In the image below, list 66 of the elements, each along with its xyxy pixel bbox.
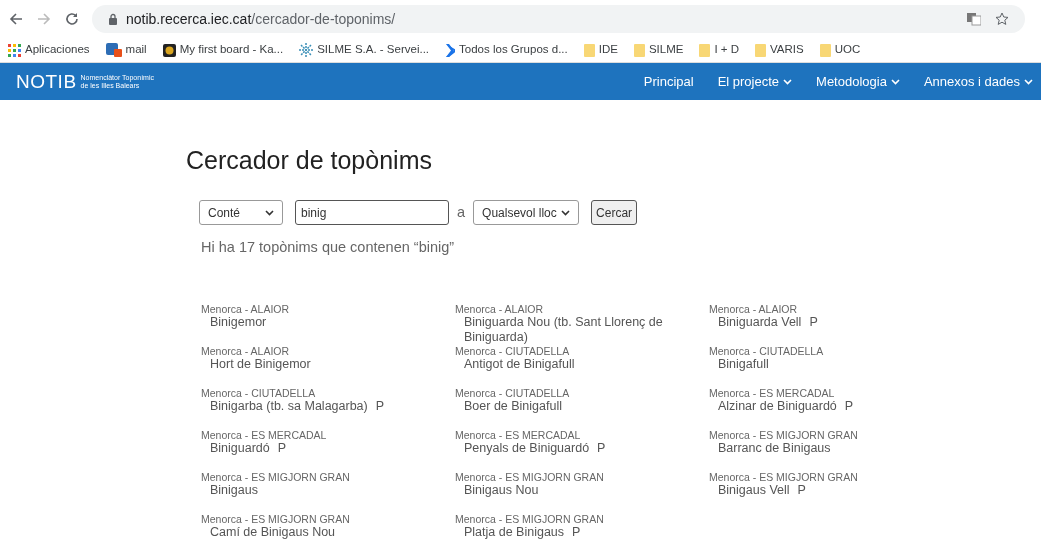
region-label: Menorca - ES MIGJORN GRAN (201, 512, 351, 526)
bookmark-item[interactable]: I + D (699, 41, 739, 59)
region-label: Menorca - ALAIOR (201, 344, 291, 358)
bookmark-item[interactable]: Todos los Grupos d... (445, 41, 568, 59)
reload-icon[interactable] (64, 11, 80, 27)
toponym-link[interactable]: Binigaus (201, 483, 441, 498)
search-button[interactable]: Cercar (591, 200, 638, 225)
region-label: Menorca - ALAIOR (709, 302, 799, 316)
toponym-link[interactable]: Antigot de Binigafull (455, 357, 695, 372)
region-label: Menorca - ALAIOR (455, 302, 545, 316)
region-label: Menorca - ES MERCADAL (709, 386, 836, 400)
back-icon[interactable] (8, 11, 24, 27)
place-dropdown[interactable]: Qualsevol lloc (473, 200, 580, 225)
toponym-link[interactable]: Binigarba (tb. sa Malagarba) P (201, 399, 441, 414)
nav-link[interactable]: Annexos i dades (923, 71, 1033, 92)
bookmark-item[interactable]: SILME (633, 41, 684, 59)
region-label: Menorca - ALAIOR (201, 302, 291, 316)
bookmark-item[interactable]: VARIS (755, 41, 804, 59)
chevron-icon[interactable] (445, 43, 456, 57)
url-text: notib.recerca.iec.cat/cercador-de-toponims/ (126, 9, 396, 29)
caret-icon (265, 209, 274, 216)
toponym-link[interactable]: Biniguarda Vell P (709, 315, 949, 330)
toponym-link[interactable]: Platja de Binigaus P (455, 525, 695, 540)
result-summary: Hi ha 17 topònims que contenen “binig” (200, 238, 456, 257)
toponym-link[interactable]: Binigemor (201, 315, 441, 330)
page-title: Cercador de topònims (186, 145, 433, 175)
region-label: Menorca - ES MERCADAL (455, 428, 582, 442)
bookmark-item[interactable]: mail (105, 41, 147, 59)
toponym-link[interactable]: Barranc de Binigaus (709, 441, 949, 456)
region-label: Menorca - CIUTADELLA (201, 386, 317, 400)
connector-text: a (457, 202, 466, 222)
nav-link[interactable]: Metodologia (816, 71, 900, 92)
toponym-link[interactable]: Camí de Binigaus Nou (201, 525, 441, 540)
region-label: Menorca - ES MIGJORN GRAN (455, 470, 605, 484)
nav-link[interactable]: El projecte (717, 71, 793, 92)
apps-icon[interactable] (8, 43, 21, 57)
nav-link[interactable]: Principal (643, 71, 694, 92)
region-label: Menorca - ES MIGJORN GRAN (709, 470, 859, 484)
toponym-link[interactable]: Biniguardó P (201, 441, 441, 456)
region-label: Menorca - CIUTADELLA (709, 344, 825, 358)
sparkle-icon[interactable] (299, 43, 314, 57)
star-icon[interactable] (995, 12, 1009, 26)
bookmark-item[interactable]: IDE (583, 41, 618, 59)
toponym-link[interactable]: Binigaus Nou (455, 483, 695, 498)
bookmark-item[interactable]: My first board - Ka... (162, 41, 284, 59)
toponym-link[interactable]: Alzinar de Biniguardó P (709, 399, 949, 414)
search-field[interactable]: binig (295, 200, 449, 225)
region-label: Menorca - CIUTADELLA (455, 344, 571, 358)
caret-icon (561, 209, 571, 216)
region-label: Menorca - ES MERCADAL (201, 428, 328, 442)
region-label: Menorca - ES MIGJORN GRAN (709, 428, 859, 442)
region-label: Menorca - ES MIGJORN GRAN (201, 470, 351, 484)
toponym-link[interactable]: Biniguarda Nou (tb. Sant Llorenç de Biniguarda) (455, 315, 695, 345)
bookmark-item[interactable]: UOC (819, 41, 861, 59)
toponym-link[interactable]: Hort de Binigemor (201, 357, 441, 372)
toponym-link[interactable]: Binigafull (709, 357, 949, 372)
region-label: Menorca - CIUTADELLA (455, 386, 571, 400)
bookmark-item[interactable]: Aplicaciones (8, 41, 90, 59)
region-label: Menorca - ES MIGJORN GRAN (455, 512, 605, 526)
address-bar[interactable]: notib.recerca.iec.cat/cercador-de-toponims/ (92, 5, 1025, 33)
toponym-link[interactable]: Binigaus Vell P (709, 483, 949, 498)
lock-icon (108, 13, 118, 25)
match-dropdown[interactable]: Conté (199, 200, 283, 225)
toponym-link[interactable]: Penyals de Biniguardó P (455, 441, 695, 456)
toponym-link[interactable]: Boer de Binigafull (455, 399, 695, 414)
bookmark-item[interactable]: SILME S.A. - Servei... (299, 41, 430, 59)
